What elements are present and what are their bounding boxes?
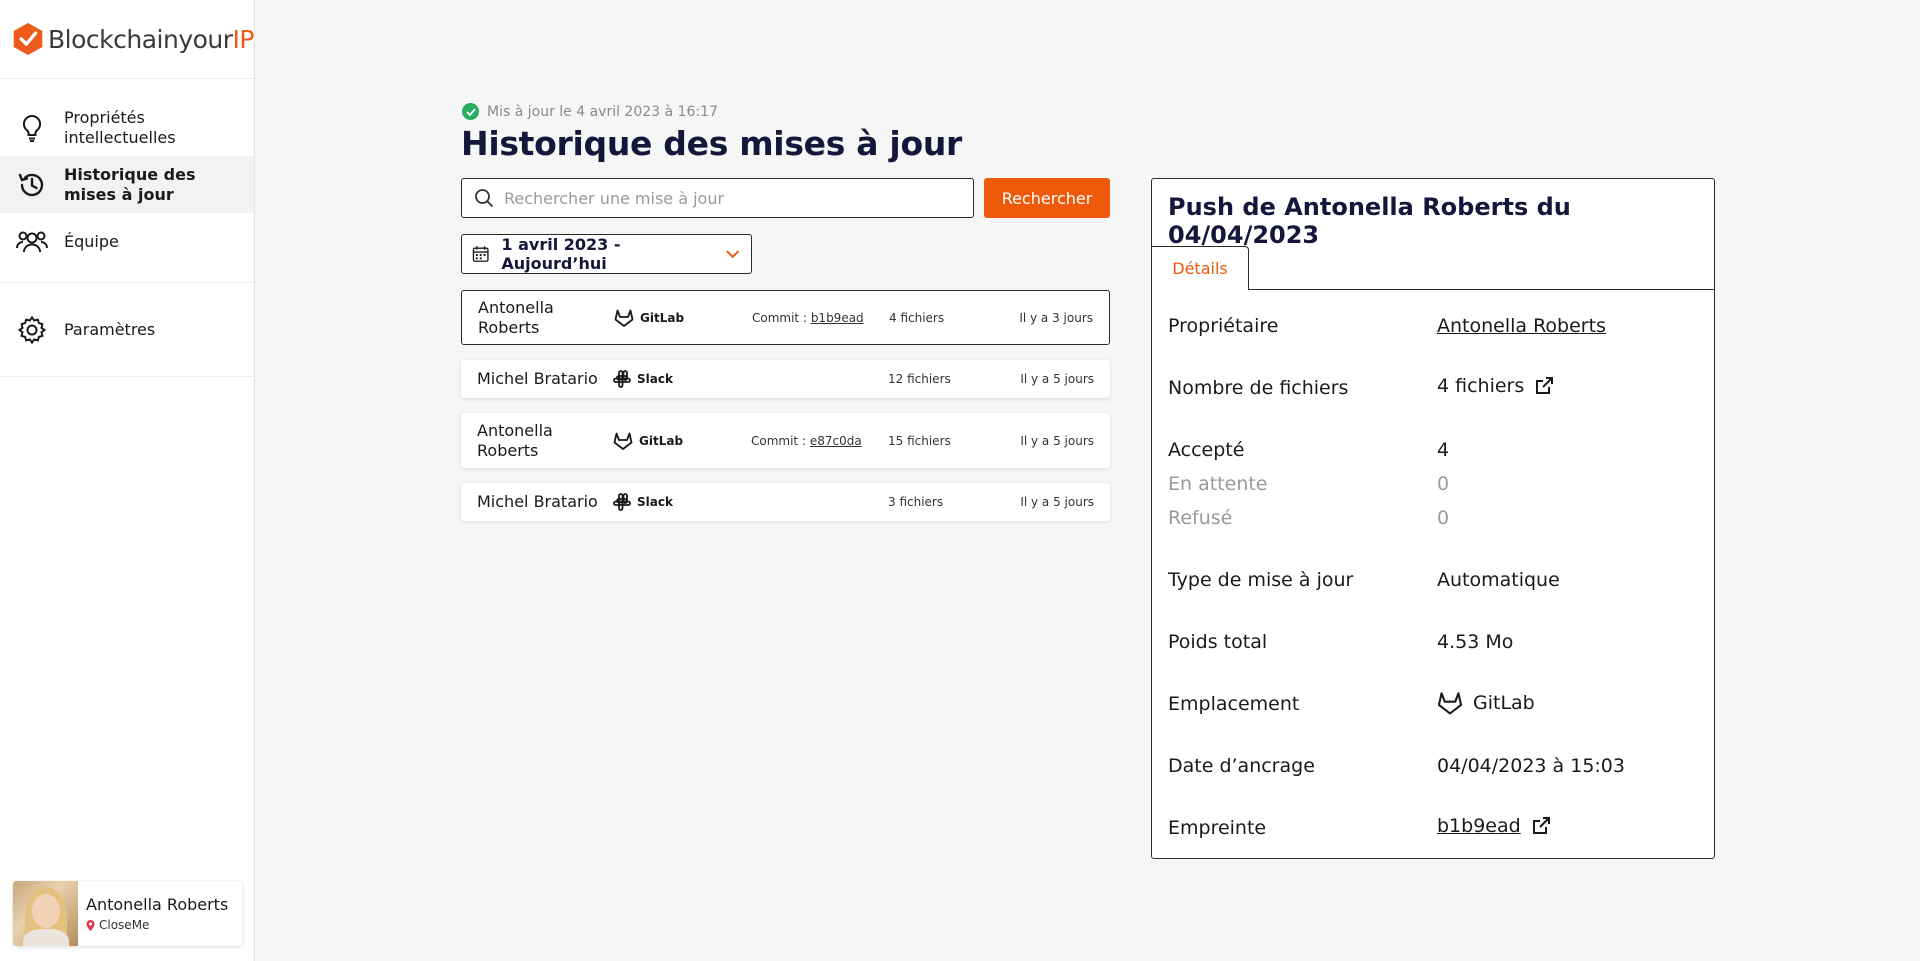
logo-text: BlockchainyourIP bbox=[48, 24, 254, 54]
pending-label: En attente bbox=[1168, 473, 1268, 495]
detail-panel: Push de Antonella Roberts du 04/04/2023 … bbox=[1151, 178, 1715, 859]
anchor-date-value: 04/04/2023 à 15:03 bbox=[1437, 755, 1625, 777]
accepted-value: 4 bbox=[1437, 439, 1450, 461]
history-icon bbox=[16, 169, 48, 201]
slack-icon bbox=[613, 493, 631, 511]
date-range-value: 1 avril 2023 - Aujourd’hui bbox=[501, 235, 621, 273]
check-circle-icon bbox=[462, 103, 479, 120]
search-field[interactable] bbox=[461, 178, 974, 218]
row-commit: Commit : b1b9ead bbox=[752, 310, 864, 325]
user-org: CloseMe bbox=[86, 918, 228, 932]
logo-check-icon bbox=[13, 22, 43, 56]
row-files: 4 fichiers bbox=[889, 310, 945, 325]
sidebar-item-label: Équipe bbox=[64, 231, 119, 251]
sidebar-item-label: Propriétés intellectuelles bbox=[64, 107, 176, 147]
fingerprint-link[interactable]: b1b9ead bbox=[1437, 815, 1521, 837]
panel-title: Push de Antonella Roberts du 04/04/2023 bbox=[1168, 193, 1571, 249]
fingerprint-label: Empreinte bbox=[1168, 817, 1267, 839]
row-files: 12 fichiers bbox=[888, 372, 951, 386]
accepted-label: Accepté bbox=[1168, 439, 1245, 461]
row-author: Antonella Roberts bbox=[477, 420, 553, 460]
lightbulb-icon bbox=[16, 112, 48, 144]
list-item[interactable]: Michel Bratario Slack 12 fichiers Il y a… bbox=[461, 360, 1110, 398]
row-author: Michel Bratario bbox=[477, 492, 598, 511]
search-input[interactable] bbox=[504, 188, 944, 208]
tab-details[interactable]: Détails bbox=[1152, 246, 1249, 290]
chevron-down-icon bbox=[725, 250, 739, 259]
search-icon bbox=[475, 189, 494, 208]
total-weight-label: Poids total bbox=[1168, 631, 1268, 653]
sidebar-item-proprietes[interactable]: Propriétés intellectuelles bbox=[0, 99, 254, 156]
row-files: 15 fichiers bbox=[888, 433, 951, 448]
owner-link[interactable]: Antonella Roberts bbox=[1437, 315, 1606, 337]
updates-list: Antonella Roberts GitLab Commit : b1b9ea… bbox=[461, 290, 1110, 536]
sidebar-item-label: Historique des mises à jour bbox=[64, 164, 196, 204]
row-time: Il y a 3 jours bbox=[1019, 310, 1093, 325]
row-author: Michel Bratario bbox=[477, 369, 598, 388]
calendar-icon bbox=[472, 246, 489, 262]
row-time: Il y a 5 jours bbox=[1020, 433, 1094, 448]
files-label: Nombre de fichiers bbox=[1168, 377, 1349, 399]
row-commit: Commit : e87c0da bbox=[751, 433, 862, 448]
pending-value: 0 bbox=[1437, 473, 1450, 495]
sidebar-item-historique[interactable]: Historique des mises à jour bbox=[0, 156, 254, 213]
commit-hash-link[interactable]: b1b9ead bbox=[811, 311, 864, 325]
update-type-label: Type de mise à jour bbox=[1168, 569, 1354, 591]
logo[interactable]: BlockchainyourIP bbox=[0, 0, 255, 79]
sidebar: BlockchainyourIP Propriétés intellectuel… bbox=[0, 0, 255, 961]
gitlab-icon bbox=[1437, 692, 1463, 715]
sidebar-item-equipe[interactable]: Équipe bbox=[0, 213, 254, 270]
row-time: Il y a 5 jours bbox=[1020, 372, 1094, 386]
sidebar-item-label: Paramètres bbox=[64, 319, 156, 339]
total-weight-value: 4.53 Mo bbox=[1437, 631, 1514, 653]
commit-hash-link[interactable]: e87c0da bbox=[810, 434, 862, 448]
anchor-date-label: Date d’ancrage bbox=[1168, 755, 1315, 777]
team-icon bbox=[16, 226, 48, 258]
list-item[interactable]: Michel Bratario Slack 3 fichiers Il y a … bbox=[461, 483, 1110, 521]
nav-main: Propriétés intellectuelles Historique de… bbox=[0, 79, 254, 283]
last-updated-status: Mis à jour le 4 avril 2023 à 16:17 bbox=[462, 103, 718, 120]
update-type-value: Automatique bbox=[1437, 569, 1560, 591]
user-card[interactable]: Antonella Roberts CloseMe bbox=[13, 881, 242, 946]
files-value: 4 fichiers bbox=[1437, 375, 1525, 397]
user-name: Antonella Roberts bbox=[86, 895, 229, 914]
external-link-icon[interactable] bbox=[1534, 376, 1554, 396]
sidebar-item-parametres[interactable]: Paramètres bbox=[0, 301, 254, 358]
location-value: GitLab bbox=[1473, 692, 1535, 714]
date-range-dropdown[interactable]: 1 avril 2023 - Aujourd’hui bbox=[461, 234, 752, 274]
row-files: 3 fichiers bbox=[888, 495, 944, 509]
refused-value: 0 bbox=[1437, 507, 1450, 529]
gitlab-icon bbox=[613, 432, 633, 450]
row-author: Antonella Roberts bbox=[478, 297, 554, 337]
avatar bbox=[13, 881, 78, 946]
page-title: Historique des mises à jour bbox=[461, 124, 962, 163]
row-time: Il y a 5 jours bbox=[1020, 495, 1094, 509]
list-item[interactable]: Antonella Roberts GitLab Commit : e87c0d… bbox=[461, 413, 1110, 468]
gear-icon bbox=[16, 314, 48, 346]
nav-settings: Paramètres bbox=[0, 283, 254, 377]
row-source: Slack bbox=[613, 370, 751, 388]
owner-label: Propriétaire bbox=[1168, 315, 1279, 337]
row-source: GitLab bbox=[613, 432, 751, 450]
external-link-icon[interactable] bbox=[1531, 816, 1551, 836]
search-button[interactable]: Rechercher bbox=[984, 178, 1110, 218]
list-item[interactable]: Antonella Roberts GitLab Commit : b1b9ea… bbox=[461, 290, 1110, 345]
location-label: Emplacement bbox=[1168, 693, 1300, 715]
refused-label: Refusé bbox=[1168, 507, 1233, 529]
gitlab-icon bbox=[614, 309, 634, 327]
row-source: Slack bbox=[613, 493, 751, 511]
pin-icon bbox=[86, 919, 95, 931]
row-source: GitLab bbox=[614, 309, 752, 327]
slack-icon bbox=[613, 370, 631, 388]
